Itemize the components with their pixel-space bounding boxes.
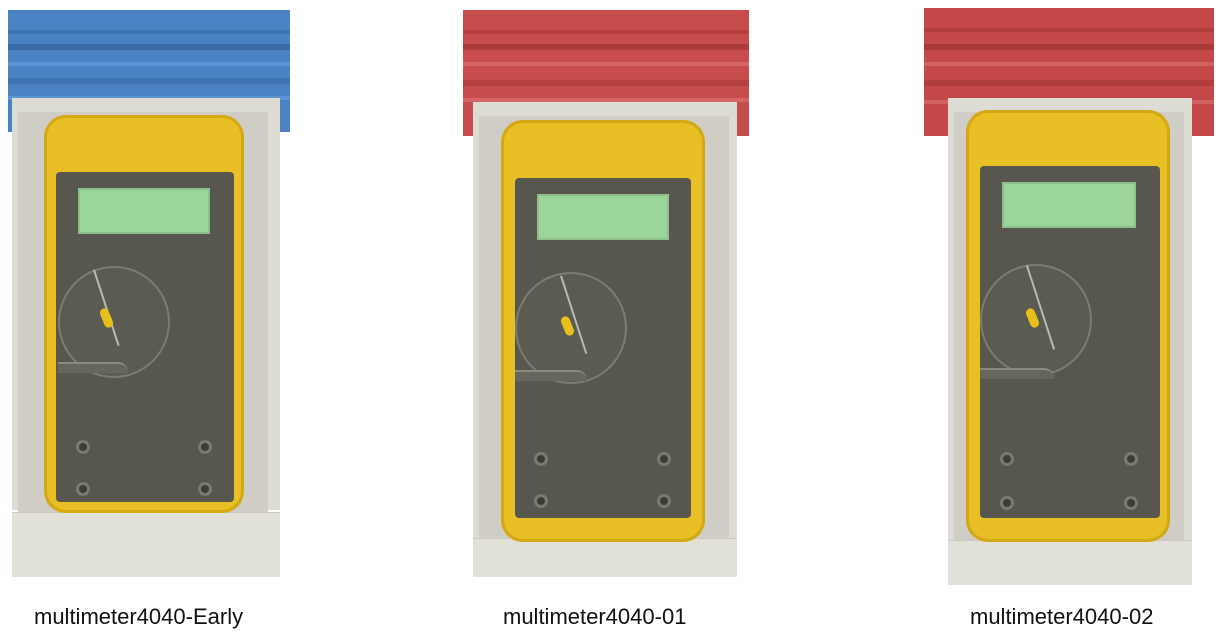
input-jack <box>76 482 90 496</box>
panel-early: multimeter4040-Early <box>0 0 310 637</box>
input-jack <box>76 440 90 454</box>
caption-01: multimeter4040-01 <box>503 604 687 629</box>
tray-02 <box>948 540 1192 585</box>
lcd-screen <box>78 188 210 234</box>
input-jack <box>657 494 671 508</box>
caption-early: multimeter4040-Early <box>34 604 244 629</box>
input-jack <box>1124 452 1138 466</box>
input-jack <box>657 452 671 466</box>
lcd-screen <box>1002 182 1136 228</box>
tray-01 <box>473 538 737 577</box>
tray-early <box>12 512 280 577</box>
caption-02: multimeter4040-02 <box>970 604 1154 629</box>
input-jack <box>198 440 212 454</box>
panel-01: multimeter4040-01 <box>455 0 765 637</box>
input-jack <box>1000 452 1014 466</box>
input-jack <box>198 482 212 496</box>
input-jack <box>1124 496 1138 510</box>
lcd-screen <box>537 194 669 240</box>
input-jack <box>534 452 548 466</box>
input-jack <box>1000 496 1014 510</box>
panel-02: multimeter4040-02 <box>912 0 1225 637</box>
input-jack <box>534 494 548 508</box>
